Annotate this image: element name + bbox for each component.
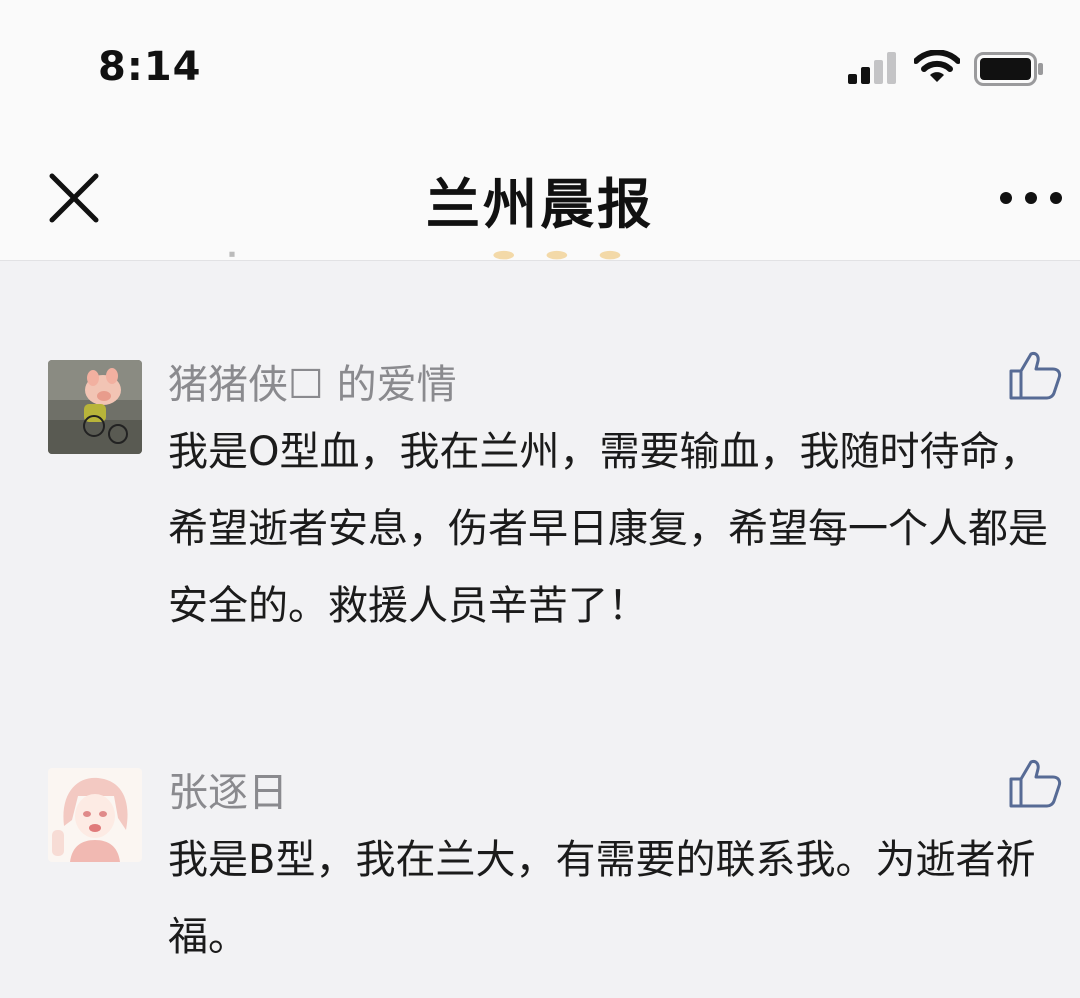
comment-author[interactable]: 猪猪侠☐ 的爱情	[168, 352, 457, 410]
wifi-icon	[914, 50, 960, 82]
user-avatar[interactable]	[48, 768, 142, 862]
pig-avatar	[48, 360, 142, 454]
comment-text: 我是O型血，我在兰州，需要输血，我随时待命，希望逝者安息，伤者早日康复，希望每一…	[168, 429, 1048, 629]
article-comments-page: 8:14 兰州晨报 猪猪侠☐ 的爱情 我是O型血，我在兰州，需要输血，我随时待命…	[0, 0, 1080, 998]
thumbs-up-icon	[1009, 352, 1062, 400]
top-bar: 8:14 兰州晨报	[0, 0, 1080, 261]
user-avatar[interactable]	[48, 360, 142, 454]
comment-text: 我是B型，我在兰大，有需要的联系我。为逝者祈福。	[168, 837, 1036, 960]
anime-girl-avatar	[48, 768, 142, 862]
status-time: 8:14	[98, 44, 202, 90]
cellular-signal-icon	[848, 52, 896, 84]
like-button[interactable]	[1008, 758, 1062, 808]
scrolled-content-remnant	[229, 250, 621, 260]
like-button[interactable]	[1008, 350, 1062, 400]
page-title: 兰州晨报	[426, 173, 654, 236]
comment-author[interactable]: 张逐日	[168, 760, 288, 818]
more-button[interactable]	[996, 178, 1066, 218]
more-icon	[1000, 192, 1062, 204]
thumbs-up-icon	[1009, 760, 1062, 808]
battery-icon	[974, 52, 1043, 86]
